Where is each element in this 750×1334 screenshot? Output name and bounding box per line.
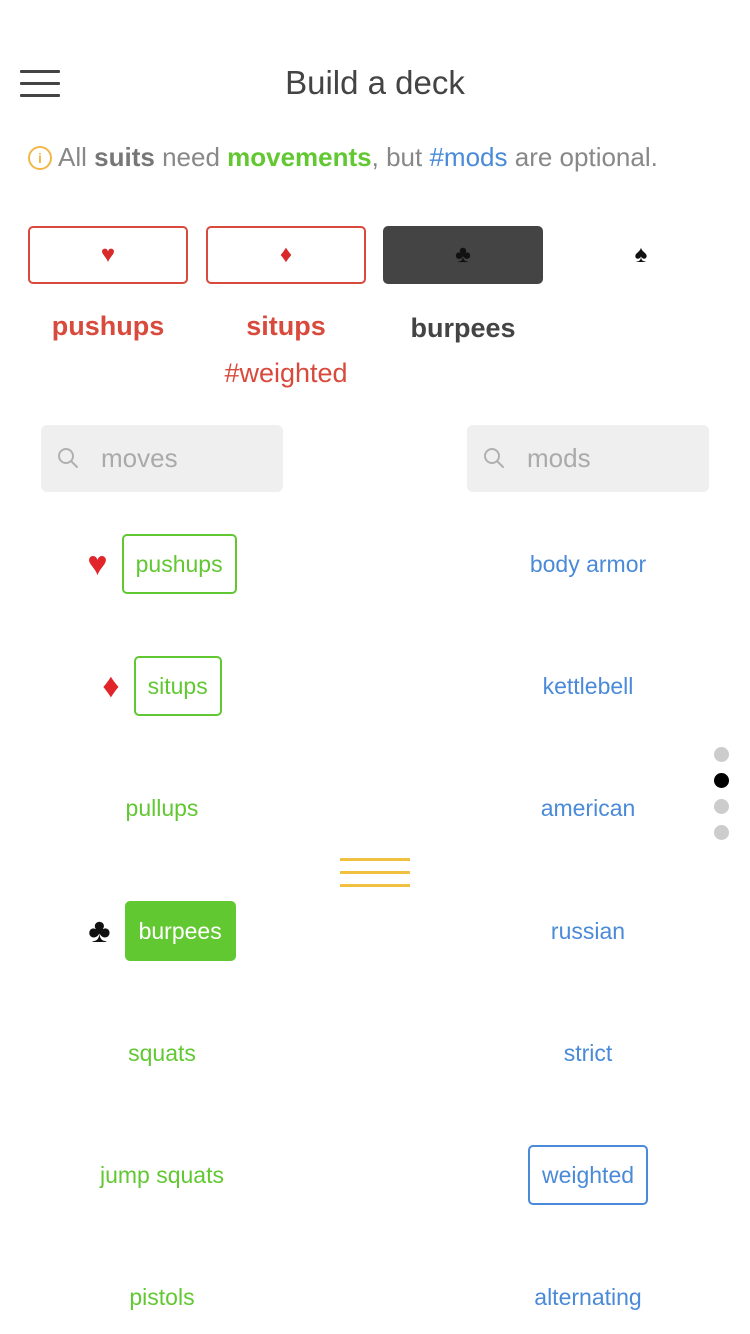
move-label-situps[interactable]: situps: [133, 656, 222, 716]
page-dot[interactable]: [714, 825, 729, 840]
slot-mod-label: #weighted: [224, 358, 348, 388]
move-label-pullups[interactable]: pullups: [112, 778, 213, 838]
move-item: ♦ situps: [40, 656, 284, 716]
heart-icon: ♥: [87, 545, 108, 583]
move-label-jump-squats[interactable]: jump squats: [86, 1145, 238, 1205]
move-item: pullups: [40, 778, 284, 838]
move-item: squats: [40, 1023, 284, 1083]
mod-label-american[interactable]: american: [527, 778, 650, 838]
moves-search-box[interactable]: [41, 425, 283, 492]
drag-handle-icon[interactable]: [340, 858, 410, 890]
mod-item: american: [466, 778, 710, 838]
page-dot[interactable]: [714, 773, 729, 788]
move-item: ♣ burpees: [40, 901, 284, 961]
mod-item: weighted: [466, 1145, 710, 1205]
club-icon: ♣: [88, 912, 111, 950]
spade-icon: ♠: [634, 241, 648, 268]
mod-label-weighted[interactable]: weighted: [527, 1145, 649, 1205]
move-label-pistols[interactable]: pistols: [115, 1267, 208, 1327]
moves-search-input[interactable]: [101, 425, 271, 492]
mod-label-alternating[interactable]: alternating: [520, 1267, 655, 1327]
search-icon: [484, 448, 504, 468]
mod-label-strict[interactable]: strict: [550, 1023, 627, 1083]
mod-item: body armor: [466, 534, 710, 594]
slot-move-label: pushups: [51, 311, 165, 341]
mods-search-input[interactable]: [527, 425, 697, 492]
diamond-icon: ♦: [279, 241, 293, 268]
suit-slot-2[interactable]: ♦: [206, 226, 366, 284]
move-item: jump squats: [40, 1145, 284, 1205]
move-item: ♥ pushups: [40, 534, 284, 594]
page-title: Build a deck: [285, 64, 465, 101]
mod-label-body-armor[interactable]: body armor: [516, 534, 660, 594]
mod-item: kettlebell: [466, 656, 710, 716]
slot-move-label: burpees: [410, 313, 516, 343]
slot-move-label: situps: [246, 311, 326, 341]
mod-label-russian[interactable]: russian: [537, 901, 639, 961]
mod-label-kettlebell[interactable]: kettlebell: [529, 656, 648, 716]
move-label-pushups[interactable]: pushups: [121, 534, 237, 594]
suit-slot-1[interactable]: ♥: [28, 226, 188, 284]
mod-item: alternating: [466, 1267, 710, 1327]
move-item: pistols: [40, 1267, 284, 1327]
suit-slot-4[interactable]: ♠: [561, 226, 721, 284]
mods-search-box[interactable]: [467, 425, 709, 492]
move-label-squats[interactable]: squats: [114, 1023, 210, 1083]
page-dot[interactable]: [714, 747, 729, 762]
move-label-burpees[interactable]: burpees: [124, 901, 236, 961]
heart-icon: ♥: [100, 241, 116, 268]
page-dot[interactable]: [714, 799, 729, 814]
mod-item: strict: [466, 1023, 710, 1083]
info-message: i All suits need movements, but #mods are…: [28, 142, 738, 173]
info-icon: i: [28, 146, 52, 170]
suit-slot-3[interactable]: ♣: [383, 226, 543, 284]
club-icon: ♣: [455, 241, 471, 268]
mod-item: russian: [466, 901, 710, 961]
diamond-icon: ♦: [102, 667, 120, 705]
search-icon: [58, 448, 78, 468]
